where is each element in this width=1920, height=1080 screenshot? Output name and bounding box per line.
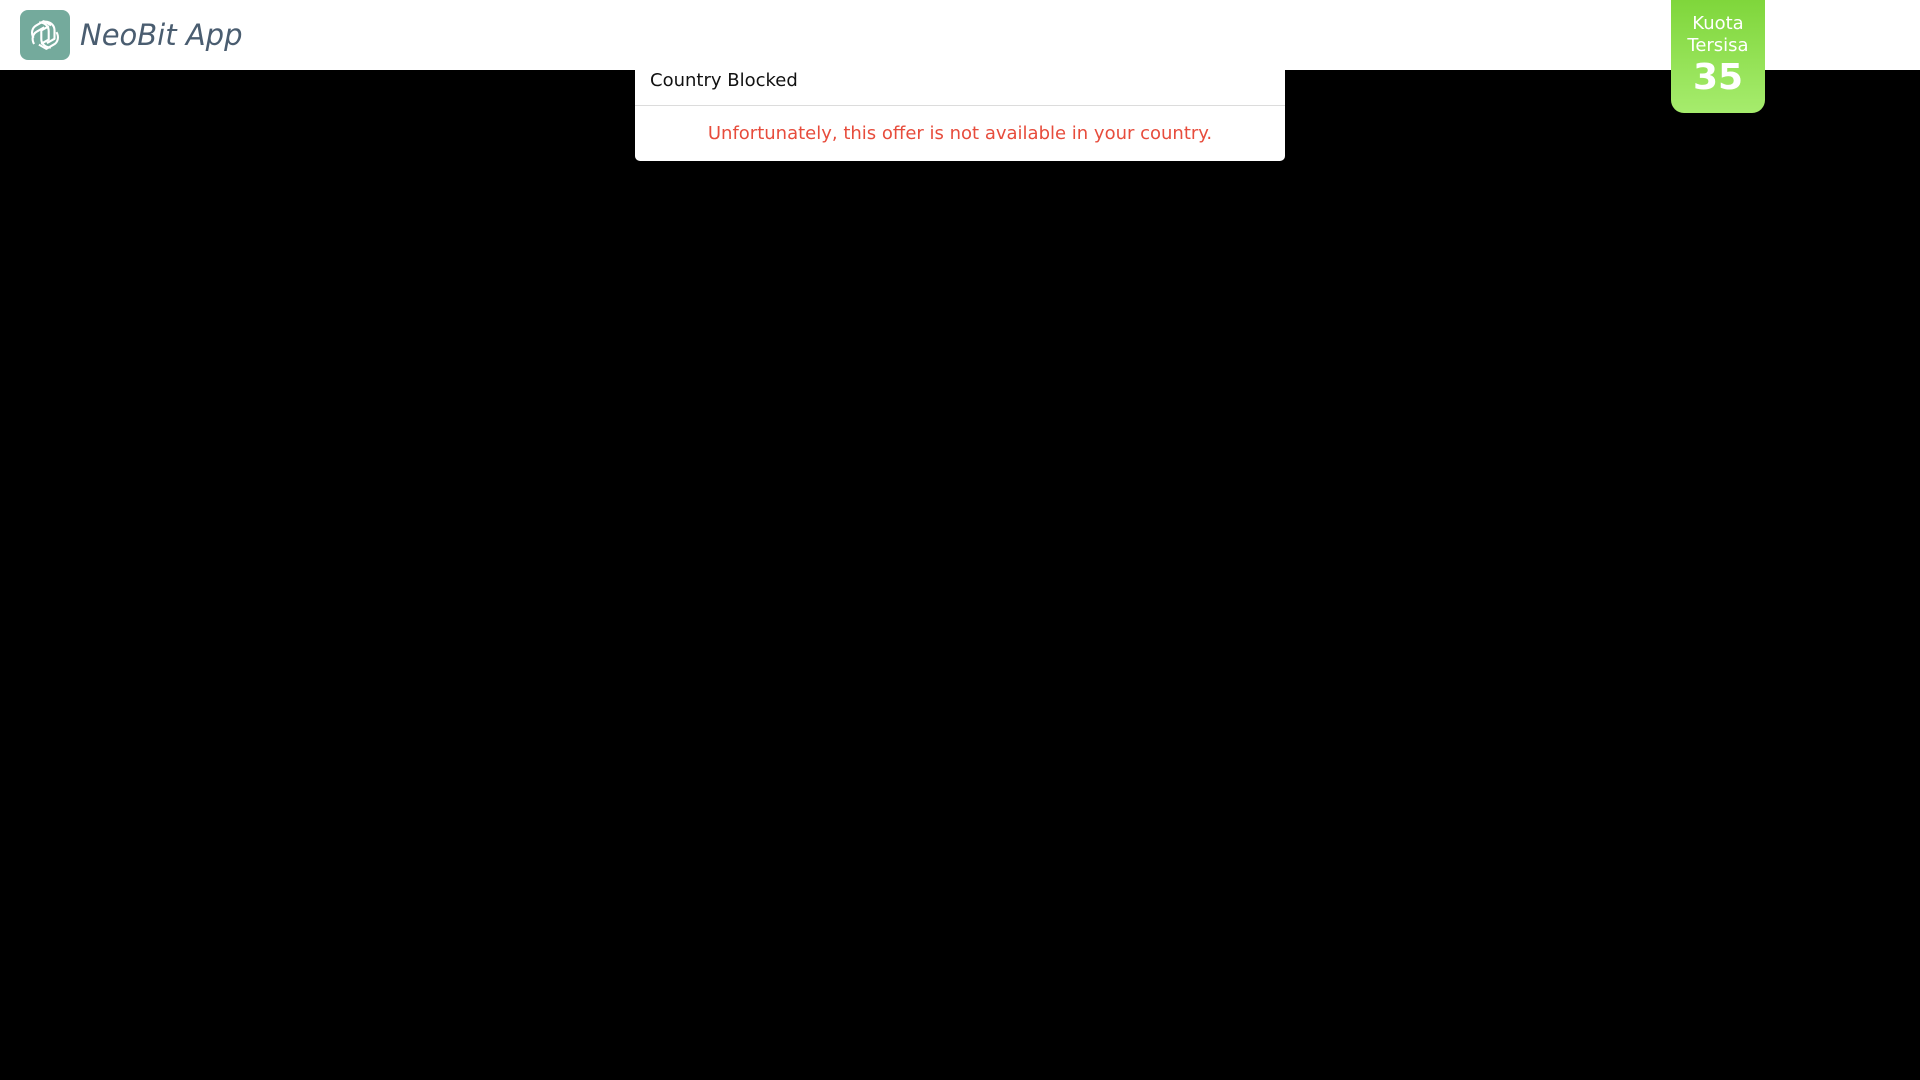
dialog-message: Unfortunately, this offer is not availab… xyxy=(707,123,1213,144)
quota-badge: Kuota Tersisa 35 xyxy=(1671,0,1765,113)
page: NeoBit App Kuota Tersisa 35 Country Bloc… xyxy=(0,0,1920,1080)
dialog-body: Unfortunately, this offer is not availab… xyxy=(635,106,1285,161)
dialog-header: Country Blocked xyxy=(635,56,1285,106)
quota-value: 35 xyxy=(1692,57,1744,98)
quota-label: Kuota Tersisa xyxy=(1687,13,1749,56)
openai-knot-icon xyxy=(31,20,59,50)
country-blocked-dialog: Country Blocked Unfortunately, this offe… xyxy=(635,56,1285,161)
app-name[interactable]: NeoBit App xyxy=(80,15,242,55)
dialog-title: Country Blocked xyxy=(650,70,798,91)
app-logo-icon[interactable] xyxy=(20,10,70,60)
